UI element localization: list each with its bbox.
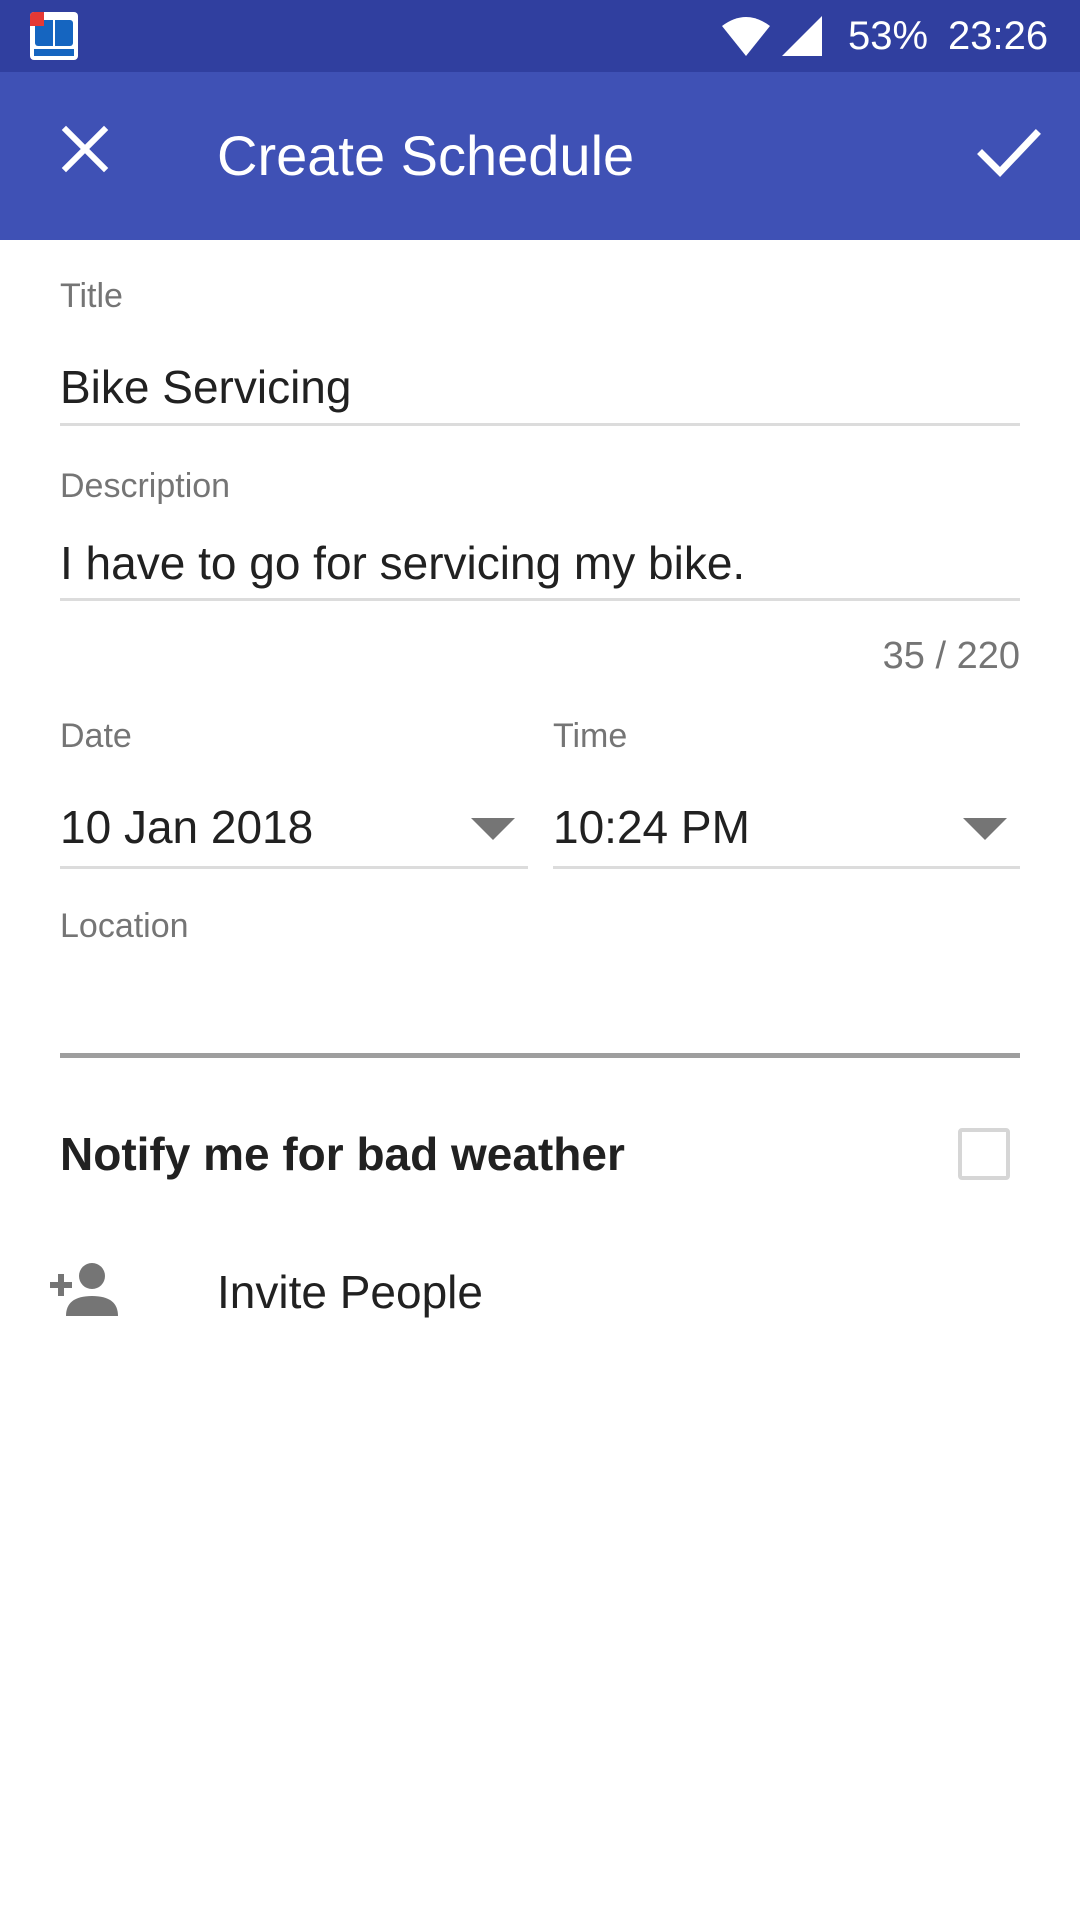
weather-notify-checkbox[interactable] xyxy=(958,1128,1010,1180)
person-add-icon xyxy=(50,1263,118,1316)
location-input[interactable] xyxy=(60,986,1020,1040)
wifi-icon xyxy=(722,17,770,56)
chevron-down-icon xyxy=(963,818,1007,840)
signal-icon xyxy=(782,16,822,56)
time-value: 10:24 PM xyxy=(553,801,750,853)
status-clock: 23:26 xyxy=(948,14,1049,58)
location-label: Location xyxy=(60,907,189,945)
title-input[interactable] xyxy=(60,360,1020,414)
weather-notify-label: Notify me for bad weather xyxy=(60,1128,625,1180)
title-underline xyxy=(60,423,1020,426)
description-character-counter: 35 / 220 xyxy=(882,635,1020,677)
battery-level: 53% xyxy=(848,14,929,58)
time-picker[interactable]: 10:24 PM xyxy=(553,780,1020,870)
location-underline xyxy=(60,1053,1020,1058)
date-value: 10 Jan 2018 xyxy=(60,801,314,853)
time-label: Time xyxy=(553,717,628,755)
page-title: Create Schedule xyxy=(217,124,635,187)
close-button[interactable] xyxy=(50,114,120,184)
chevron-down-icon xyxy=(471,818,515,840)
check-icon xyxy=(977,129,1041,178)
status-bar: 53% 23:26 xyxy=(0,0,1080,72)
date-underline xyxy=(60,866,528,869)
description-label: Description xyxy=(60,467,231,505)
close-icon xyxy=(61,125,109,173)
description-input[interactable] xyxy=(60,536,1020,590)
app-bar: Create Schedule xyxy=(0,72,1080,240)
save-button[interactable] xyxy=(970,114,1046,190)
time-underline xyxy=(553,866,1020,869)
title-label: Title xyxy=(60,277,123,315)
invite-people-label: Invite People xyxy=(217,1266,483,1318)
invite-people-button[interactable]: Invite People xyxy=(0,1230,1080,1350)
date-picker[interactable]: 10 Jan 2018 xyxy=(60,780,528,870)
date-label: Date xyxy=(60,717,132,755)
app-logo-icon xyxy=(30,12,78,60)
description-underline xyxy=(60,598,1020,601)
